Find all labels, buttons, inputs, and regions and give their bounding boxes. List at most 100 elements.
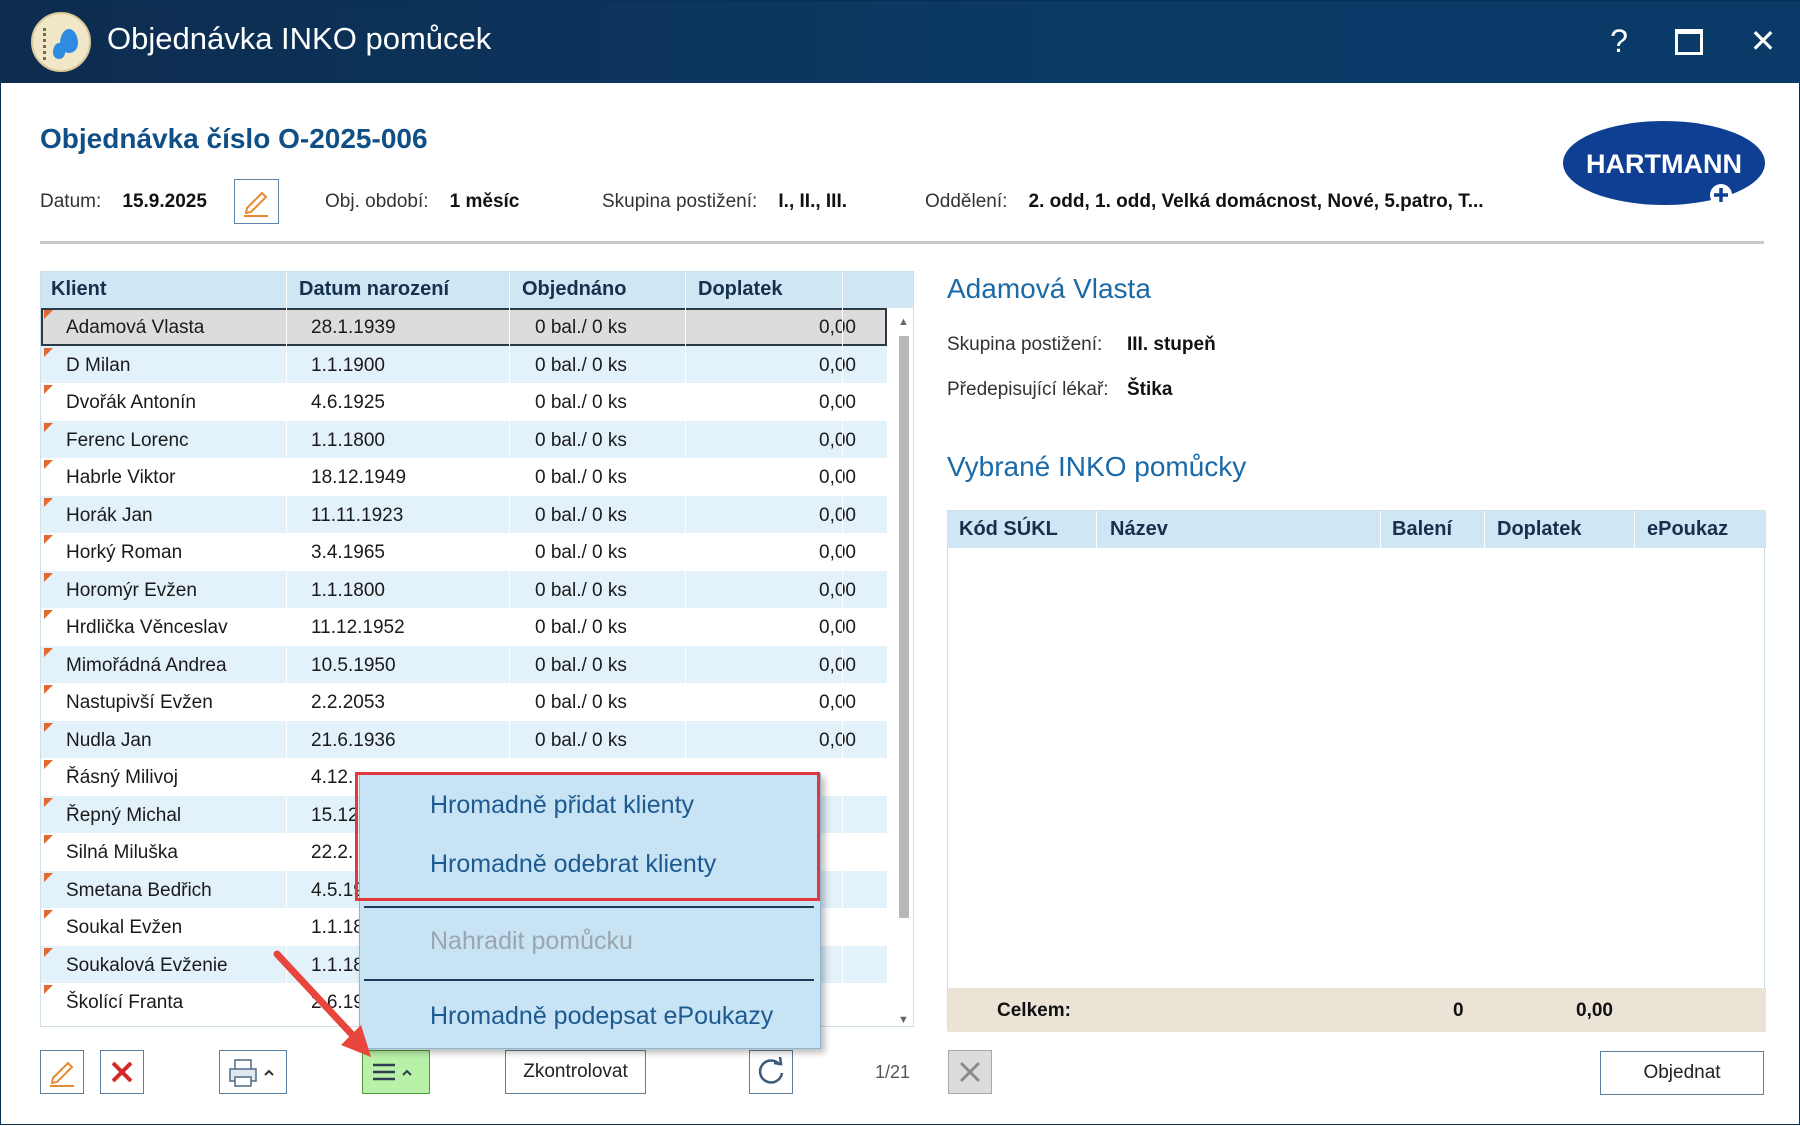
cell-client: Řepný Michal [66, 804, 182, 826]
row-flag-icon [44, 535, 53, 544]
more-actions-menu-button[interactable] [362, 1050, 430, 1094]
column-header-package[interactable]: Balení [1392, 518, 1452, 541]
selected-items-title: Vybrané INKO pomůcky [947, 451, 1247, 482]
cell-surcharge: 0,00 [819, 542, 856, 563]
row-flag-icon [44, 760, 53, 769]
table-row[interactable]: Horký Roman 3.4.1965 0 bal./ 0 ks 0,00 [41, 533, 887, 571]
cell-client: Řásný Milivoj [66, 767, 178, 788]
menu-separator [364, 979, 814, 981]
maximize-icon [1675, 29, 1703, 55]
cell-surcharge: 0,00 [819, 729, 856, 751]
cell-ordered: 0 bal./ 0 ks [535, 317, 627, 338]
cell-birthdate: 4.6.1925 [311, 392, 385, 413]
scroll-down-arrow-icon[interactable]: ▼ [898, 1014, 909, 1026]
column-header-client[interactable]: Klient [51, 278, 107, 301]
order-button[interactable]: Objednat [1600, 1051, 1764, 1095]
table-row[interactable]: D Milan 1.1.1900 0 bal./ 0 ks 0,00 [41, 345, 887, 383]
cell-ordered: 0 bal./ 0 ks [535, 504, 627, 526]
row-flag-icon [44, 722, 53, 732]
table-row[interactable]: Hrdlička Věnceslav 11.12.1952 0 bal./ 0 ks… [41, 608, 887, 646]
period-field: Obj. období: 1 měsíc [325, 191, 519, 213]
cell-ordered: 0 bal./ 0 ks [535, 429, 627, 451]
check-button[interactable]: Zkontrolovat [505, 1050, 646, 1094]
table-row[interactable]: Ferenc Lorenc 1.1.1800 0 bal./ 0 ks 0,00 [41, 420, 887, 458]
edit-date-button[interactable] [234, 179, 279, 224]
clients-scrollbar[interactable]: ▲ ▼ [893, 308, 913, 1026]
column-header-name[interactable]: Název [1110, 518, 1168, 541]
title-bar: Objednávka INKO pomůcek ? ✕ [1, 1, 1800, 83]
row-flag-icon [44, 985, 53, 994]
maximize-button[interactable] [1669, 19, 1713, 63]
column-header-epoukaz[interactable]: ePoukaz [1647, 518, 1728, 541]
cell-birthdate: 3.4.1965 [311, 542, 385, 563]
column-header-sukl-code[interactable]: Kód SÚKL [959, 518, 1058, 541]
menu-item-replace-item[interactable]: Nahradit pomůcku [430, 927, 633, 956]
cell-client: Horomýr Evžen [66, 579, 197, 601]
doctor-value: Štika [1127, 379, 1173, 400]
cell-birthdate: 1.1.18 [311, 954, 364, 976]
cell-client: Ferenc Lorenc [66, 429, 189, 451]
row-flag-icon [44, 497, 53, 507]
cell-birthdate: 1.1.1800 [311, 429, 385, 451]
row-flag-icon [44, 310, 53, 319]
cell-surcharge: 0,00 [819, 617, 856, 638]
column-header-item-surcharge[interactable]: Doplatek [1497, 518, 1581, 541]
cell-ordered: 0 bal./ 0 ks [535, 654, 627, 676]
column-header-ordered[interactable]: Objednáno [522, 278, 626, 301]
cell-birthdate: 2.2.2053 [311, 692, 385, 713]
print-button[interactable] [219, 1050, 287, 1094]
cell-client: D Milan [66, 354, 131, 376]
table-row[interactable]: Horák Jan 11.11.1923 0 bal./ 0 ks 0,00 [41, 495, 887, 533]
cell-ordered: 0 bal./ 0 ks [535, 542, 627, 563]
cell-client: Hrdlička Věnceslav [66, 617, 228, 638]
cell-birthdate: 11.12.1952 [311, 617, 405, 638]
cell-surcharge: 0,00 [819, 579, 856, 601]
scroll-up-arrow-icon[interactable]: ▲ [898, 316, 909, 328]
delete-client-button[interactable] [100, 1050, 144, 1094]
cell-client: Dvořák Antonín [66, 392, 196, 413]
department-field: Oddělení: 2. odd, 1. odd, Velká domácnos… [925, 191, 1484, 213]
cell-birthdate: 21.6.1936 [311, 729, 396, 751]
table-row[interactable]: Dvořák Antonín 4.6.1925 0 bal./ 0 ks 0,00 [41, 383, 887, 421]
row-flag-icon [44, 872, 53, 882]
selected-items-total-row: Celkem: 0 0,00 [948, 988, 1766, 1032]
table-row[interactable]: Horomýr Evžen 1.1.1800 0 bal./ 0 ks 0,00 [41, 570, 887, 608]
doctor-field: Předepisující lékař: Štika [947, 379, 1172, 401]
printer-icon [229, 1059, 274, 1087]
cell-ordered: 0 bal./ 0 ks [535, 354, 627, 376]
table-row[interactable]: Nastupivší Evžen 2.2.2053 0 bal./ 0 ks 0,00 [41, 683, 887, 721]
row-flag-icon [44, 422, 53, 432]
table-row[interactable]: Mimořádná Andrea 10.5.1950 0 bal./ 0 ks 0,0… [41, 645, 887, 683]
column-header-birthdate[interactable]: Datum narození [299, 278, 449, 301]
row-flag-icon [44, 835, 53, 844]
cell-surcharge: 0,00 [819, 467, 856, 488]
help-button[interactable]: ? [1597, 19, 1641, 63]
table-row[interactable]: Adamová Vlasta 28.1.1939 0 bal./ 0 ks 0,00 [41, 308, 887, 346]
row-flag-icon [44, 685, 53, 694]
column-header-surcharge[interactable]: Doplatek [698, 278, 782, 301]
cell-client: Soukalová Evženie [66, 954, 228, 976]
date-value: 15.9.2025 [122, 191, 207, 212]
edit-client-button[interactable] [40, 1050, 84, 1094]
remove-item-button[interactable] [948, 1050, 992, 1094]
row-flag-icon [44, 572, 53, 582]
cell-client: Adamová Vlasta [66, 317, 205, 338]
cell-client: Silná Miluška [66, 842, 178, 863]
table-row[interactable]: Habrle Viktor 18.12.1949 0 bal./ 0 ks 0,00 [41, 458, 887, 496]
close-button[interactable]: ✕ [1741, 19, 1785, 63]
table-row[interactable]: Nudla Jan 21.6.1936 0 bal./ 0 ks 0,00 [41, 720, 887, 758]
scroll-thumb[interactable] [899, 336, 909, 918]
cell-surcharge: 0,00 [819, 392, 856, 413]
period-value: 1 měsíc [449, 191, 520, 212]
selected-items-header: Kód SÚKL Název Balení Doplatek ePoukaz [948, 511, 1766, 548]
cell-client: Horák Jan [66, 504, 153, 526]
highlight-frame [355, 772, 820, 901]
cell-birthdate: 10.5.1950 [311, 654, 396, 676]
cell-client: Nastupivší Evžen [66, 692, 213, 713]
menu-item-bulk-sign-epoukaz[interactable]: Hromadně podepsat ePoukazy [430, 1002, 773, 1031]
row-flag-icon [44, 610, 53, 619]
order-window: Objednávka INKO pomůcek ? ✕ Objednávka č… [0, 0, 1800, 1125]
client-group-label: Skupina postižení: [947, 334, 1103, 355]
refresh-button[interactable] [749, 1050, 793, 1094]
menu-separator [364, 906, 814, 908]
